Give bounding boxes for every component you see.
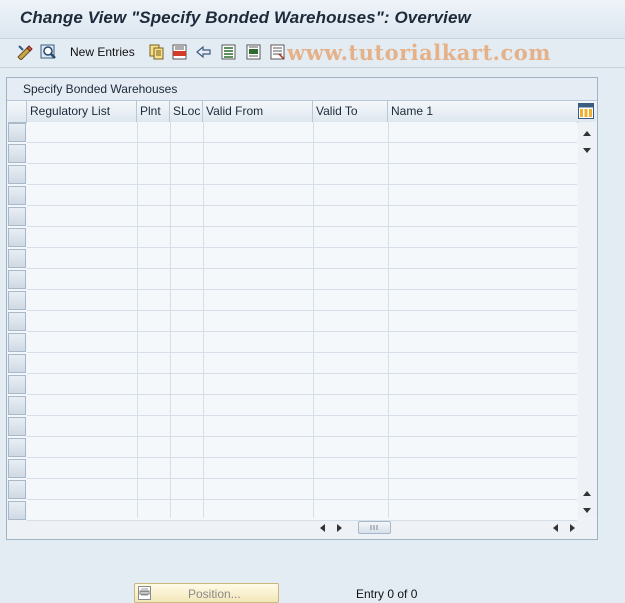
column-divider [388,122,389,518]
row-selector[interactable] [8,333,26,352]
copy-as-icon[interactable] [148,43,166,61]
table-row[interactable] [27,395,577,416]
new-entries-button[interactable]: New Entries [70,45,135,59]
row-selector[interactable] [8,396,26,415]
table-row[interactable] [27,164,577,185]
row-selector[interactable] [8,186,26,205]
delete-icon[interactable] [171,43,189,61]
column-divider [203,122,204,518]
row-selector[interactable] [8,228,26,247]
row-selector[interactable] [8,291,26,310]
deselect-all-icon[interactable] [269,43,287,61]
row-selector[interactable] [8,480,26,499]
row-selector[interactable] [8,123,26,142]
table-row[interactable] [27,500,577,521]
row-selector[interactable] [8,144,26,163]
column-header-valid-from[interactable]: Valid From [203,101,313,122]
panel-title: Specify Bonded Warehouses [23,82,178,96]
scroll-right-end-icon[interactable] [569,522,577,536]
select-all-rows-corner[interactable] [8,101,27,122]
vertical-scrollbar[interactable] [578,122,596,518]
column-divider [313,122,314,518]
table-row[interactable] [27,437,577,458]
table-row[interactable] [27,185,577,206]
table-row[interactable] [27,248,577,269]
table-row[interactable] [27,353,577,374]
position-button[interactable]: Position... [134,583,279,603]
column-header-plant[interactable]: Plnt [137,101,170,122]
table-row[interactable] [27,143,577,164]
column-settings-icon[interactable] [578,103,595,119]
table-row[interactable] [27,479,577,500]
position-button-label: Position... [188,587,241,601]
row-selector[interactable] [8,270,26,289]
table-row[interactable] [27,374,577,395]
select-all-icon[interactable] [220,43,238,61]
row-selector[interactable] [8,249,26,268]
table-row[interactable] [27,269,577,290]
panel-title-bar: Specify Bonded Warehouses [7,78,597,101]
scroll-left-end-icon[interactable] [551,522,559,536]
column-divider [137,122,138,518]
row-selector[interactable] [8,312,26,331]
row-selector[interactable] [8,459,26,478]
position-icon [138,586,152,603]
entry-count: Entry 0 of 0 [356,587,418,601]
row-selector[interactable] [8,438,26,457]
horizontal-scrollbar[interactable] [315,519,580,535]
table-row[interactable] [27,227,577,248]
table-row[interactable] [27,416,577,437]
table-row[interactable] [27,206,577,227]
row-selector[interactable] [8,165,26,184]
column-divider [170,122,171,518]
table-header: Regulatory List Plnt SLoc Valid From Val… [8,101,596,123]
table-row[interactable] [27,311,577,332]
page-title: Change View "Specify Bonded Warehouses":… [20,8,471,27]
table-control-panel: Specify Bonded Warehouses Regulatory Lis… [6,77,598,540]
find-icon[interactable] [39,43,59,61]
column-header-name-1[interactable]: Name 1 [388,101,578,122]
column-header-storage-location[interactable]: SLoc [170,101,203,122]
table-grid: Regulatory List Plnt SLoc Valid From Val… [8,101,596,521]
scroll-down-icon[interactable] [582,504,592,518]
undo-change-icon[interactable] [194,43,214,61]
page-down-icon[interactable] [582,144,592,158]
table-row[interactable] [27,332,577,353]
column-header-regulatory-list[interactable]: Regulatory List [27,101,137,122]
table-row[interactable] [27,290,577,311]
watermark: www.tutorialkart.com [287,40,551,65]
scroll-up-icon[interactable] [582,126,592,140]
horizontal-scroll-thumb[interactable] [358,521,391,534]
row-selector[interactable] [8,354,26,373]
title-bar: Change View "Specify Bonded Warehouses":… [0,0,625,39]
row-selector[interactable] [8,375,26,394]
scroll-left-icon[interactable] [318,522,326,536]
row-selector[interactable] [8,417,26,436]
table-row[interactable] [27,458,577,479]
scroll-right-icon[interactable] [336,522,344,536]
select-block-icon[interactable] [245,43,263,61]
display-change-icon[interactable] [15,43,35,61]
page-up-icon[interactable] [582,486,592,500]
row-selector[interactable] [8,207,26,226]
row-selector[interactable] [8,501,26,520]
table-row[interactable] [27,122,577,143]
column-header-valid-to[interactable]: Valid To [313,101,388,122]
